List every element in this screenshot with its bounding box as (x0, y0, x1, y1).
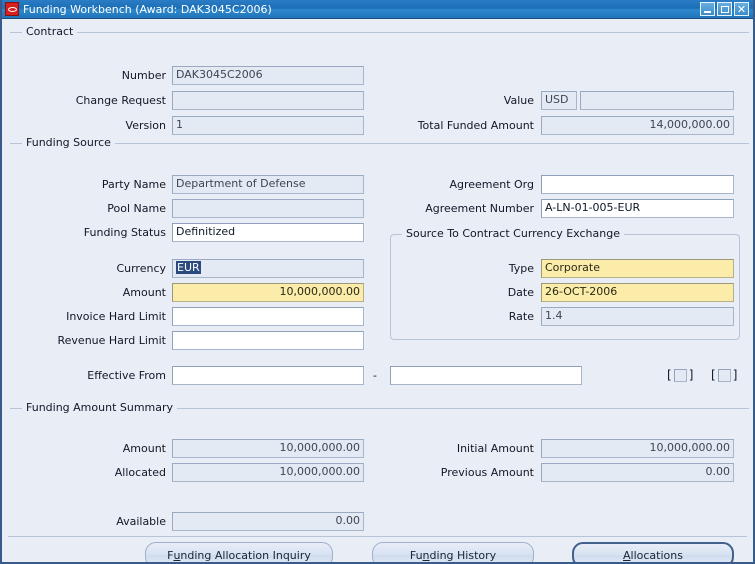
checkbox-two[interactable] (717, 368, 731, 382)
value-amount-field[interactable] (580, 91, 734, 110)
allocations-mnemonic: A (623, 548, 631, 562)
bracket-open-two: [ (711, 368, 716, 382)
number-label: Number (121, 69, 166, 82)
amount-label: Amount (122, 286, 166, 299)
funding-status-label: Funding Status (83, 226, 166, 239)
summary-previous-amount-field[interactable]: 0.00 (541, 463, 734, 482)
currency-exchange-legend: Source To Contract Currency Exchange (402, 228, 624, 240)
change-request-field[interactable] (172, 91, 364, 110)
funding-history-label-pre: Fu (409, 548, 423, 562)
checkbox-one[interactable] (673, 368, 687, 382)
contract-legend: Contract (22, 26, 78, 38)
currency-label: Currency (116, 262, 166, 275)
window-title: Funding Workbench (Award: DAK3045C2006) (23, 2, 272, 16)
maximize-icon[interactable] (717, 2, 732, 16)
funding-history-mnemonic: n (422, 548, 430, 562)
funding-history-label-post: ding History (429, 548, 497, 562)
revenue-hard-limit-label: Revenue Hard Limit (57, 334, 167, 347)
bracket-open-one: [ (667, 368, 672, 382)
pool-name-label: Pool Name (107, 202, 166, 215)
revenue-hard-limit-field[interactable] (172, 331, 364, 350)
funding-history-button[interactable]: Fu n ding History (372, 542, 534, 562)
funding-source-legend: Funding Source (22, 137, 115, 149)
exchange-date-label: Date (507, 286, 534, 299)
bracket-close-one: ] (688, 368, 694, 382)
party-name-label: Party Name (101, 178, 166, 191)
window-titlebar[interactable]: Funding Workbench (Award: DAK3045C2006) … (2, 0, 753, 19)
funding-amount-summary-legend: Funding Amount Summary (22, 402, 178, 414)
funding-allocation-inquiry-label-post: nding Allocation Inquiry (180, 548, 311, 562)
summary-available-label: Available (116, 515, 166, 528)
value-label: Value (503, 94, 534, 107)
summary-available-field[interactable]: 0.00 (172, 512, 364, 531)
number-field[interactable]: DAK3045C2006 (172, 66, 364, 85)
version-field[interactable]: 1 (172, 116, 364, 135)
exchange-rate-field[interactable]: 1.4 (541, 307, 734, 326)
funding-workbench-window: Funding Workbench (Award: DAK3045C2006) … (0, 0, 755, 564)
window-controls: ✕ (700, 2, 751, 16)
summary-allocated-label: Allocated (114, 466, 166, 479)
button-bar-separator (8, 536, 747, 537)
summary-allocated-field[interactable]: 10,000,000.00 (172, 463, 364, 482)
checkbox-one-wrapper: [ ] (667, 368, 693, 382)
pool-name-field[interactable] (172, 199, 364, 218)
summary-amount-label: Amount (122, 442, 166, 455)
agreement-org-field[interactable] (541, 175, 734, 194)
exchange-rate-label: Rate (508, 310, 534, 323)
summary-initial-amount-label: Initial Amount (456, 442, 534, 455)
exchange-date-field[interactable]: 26-OCT-2006 (541, 283, 734, 302)
close-icon[interactable]: ✕ (734, 2, 749, 16)
agreement-number-field[interactable]: A-LN-01-005-EUR (541, 199, 734, 218)
currency-field[interactable]: EUR (172, 259, 364, 278)
agreement-org-label: Agreement Org (449, 178, 534, 191)
effective-to-field[interactable] (390, 366, 582, 385)
exchange-type-field[interactable]: Corporate (541, 259, 734, 278)
version-label: Version (125, 119, 166, 132)
allocations-label-post: llocations (630, 548, 683, 562)
invoice-hard-limit-field[interactable] (172, 307, 364, 326)
funding-allocation-inquiry-button[interactable]: Fu nding Allocation Inquiry (145, 542, 333, 562)
change-request-label: Change Request (75, 94, 166, 107)
effective-range-separator: - (373, 369, 377, 382)
agreement-number-label: Agreement Number (425, 202, 534, 215)
minimize-icon[interactable] (700, 2, 715, 16)
checkbox-two-wrapper: [ ] (711, 368, 737, 382)
summary-previous-amount-label: Previous Amount (440, 466, 534, 479)
total-funded-amount-label: Total Funded Amount (417, 119, 534, 132)
total-funded-amount-field[interactable]: 14,000,000.00 (541, 116, 734, 135)
funding-allocation-inquiry-mnemonic: u (173, 548, 181, 562)
allocations-button[interactable]: Allocations (572, 542, 734, 562)
value-currency-field[interactable]: USD (541, 91, 577, 110)
summary-initial-amount-field[interactable]: 10,000,000.00 (541, 439, 734, 458)
exchange-type-label: Type (508, 262, 534, 275)
form-canvas: Contract Number DAK3045C2006 Change Requ… (2, 19, 753, 562)
currency-selected-text: EUR (176, 261, 201, 274)
oracle-logo-icon (5, 2, 19, 16)
funding-status-field[interactable]: Definitized (172, 223, 364, 242)
party-name-field[interactable]: Department of Defense (172, 175, 364, 194)
effective-from-field[interactable] (172, 366, 364, 385)
effective-from-label: Effective From (87, 369, 166, 382)
invoice-hard-limit-label: Invoice Hard Limit (66, 310, 166, 323)
summary-amount-field[interactable]: 10,000,000.00 (172, 439, 364, 458)
bracket-close-two: ] (732, 368, 738, 382)
amount-field[interactable]: 10,000,000.00 (172, 283, 364, 302)
